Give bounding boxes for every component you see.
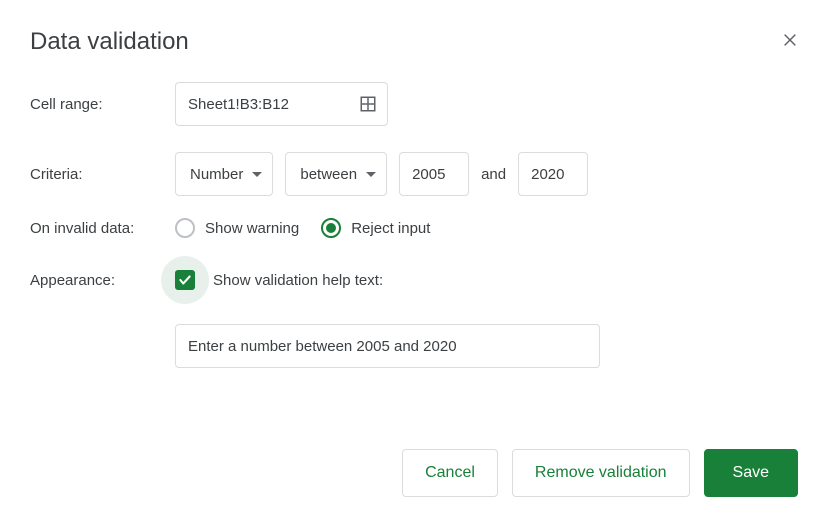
dialog-title: Data validation (30, 28, 189, 56)
cell-range-input[interactable]: Sheet1!B3:B12 (175, 82, 388, 126)
radio-show-warning-label: Show warning (205, 220, 299, 237)
on-invalid-radio-group: Show warning Reject input (175, 218, 430, 238)
close-icon[interactable] (782, 32, 798, 48)
caret-down-icon (252, 172, 262, 177)
help-text-row (175, 324, 798, 368)
dialog-header: Data validation (30, 28, 798, 56)
criteria-group: Number between and (175, 152, 588, 196)
on-invalid-label: On invalid data: (30, 220, 175, 237)
radio-checked-icon (321, 218, 341, 238)
cell-range-row: Cell range: Sheet1!B3:B12 (30, 82, 798, 126)
save-button[interactable]: Save (704, 449, 798, 497)
remove-validation-button[interactable]: Remove validation (512, 449, 690, 497)
criteria-type-dropdown[interactable]: Number (175, 152, 273, 196)
appearance-label: Appearance: (30, 272, 175, 289)
checkbox-ripple (161, 256, 209, 304)
grid-icon[interactable] (359, 95, 377, 113)
criteria-row: Criteria: Number between and (30, 152, 798, 196)
show-help-text-checkbox[interactable] (175, 270, 195, 290)
on-invalid-row: On invalid data: Show warning Reject inp… (30, 218, 798, 238)
show-help-text-label: Show validation help text: (213, 272, 383, 289)
and-text: and (481, 166, 506, 183)
button-row: Cancel Remove validation Save (402, 449, 798, 497)
caret-down-icon (366, 172, 376, 177)
cell-range-label: Cell range: (30, 96, 175, 113)
cancel-button[interactable]: Cancel (402, 449, 498, 497)
radio-reject-input-label: Reject input (351, 220, 430, 237)
criteria-operator-label: between (300, 166, 357, 183)
criteria-operator-dropdown[interactable]: between (285, 152, 387, 196)
appearance-row: Appearance: Show validation help text: (30, 256, 798, 304)
cell-range-value: Sheet1!B3:B12 (188, 96, 289, 113)
criteria-type-label: Number (190, 166, 243, 183)
radio-show-warning[interactable]: Show warning (175, 218, 299, 238)
data-validation-dialog: Data validation Cell range: Sheet1!B3:B1… (0, 0, 828, 396)
radio-unchecked-icon (175, 218, 195, 238)
radio-reject-input[interactable]: Reject input (321, 218, 430, 238)
criteria-label: Criteria: (30, 166, 175, 183)
help-text-input[interactable] (175, 324, 600, 368)
criteria-max-input[interactable] (518, 152, 588, 196)
criteria-min-input[interactable] (399, 152, 469, 196)
